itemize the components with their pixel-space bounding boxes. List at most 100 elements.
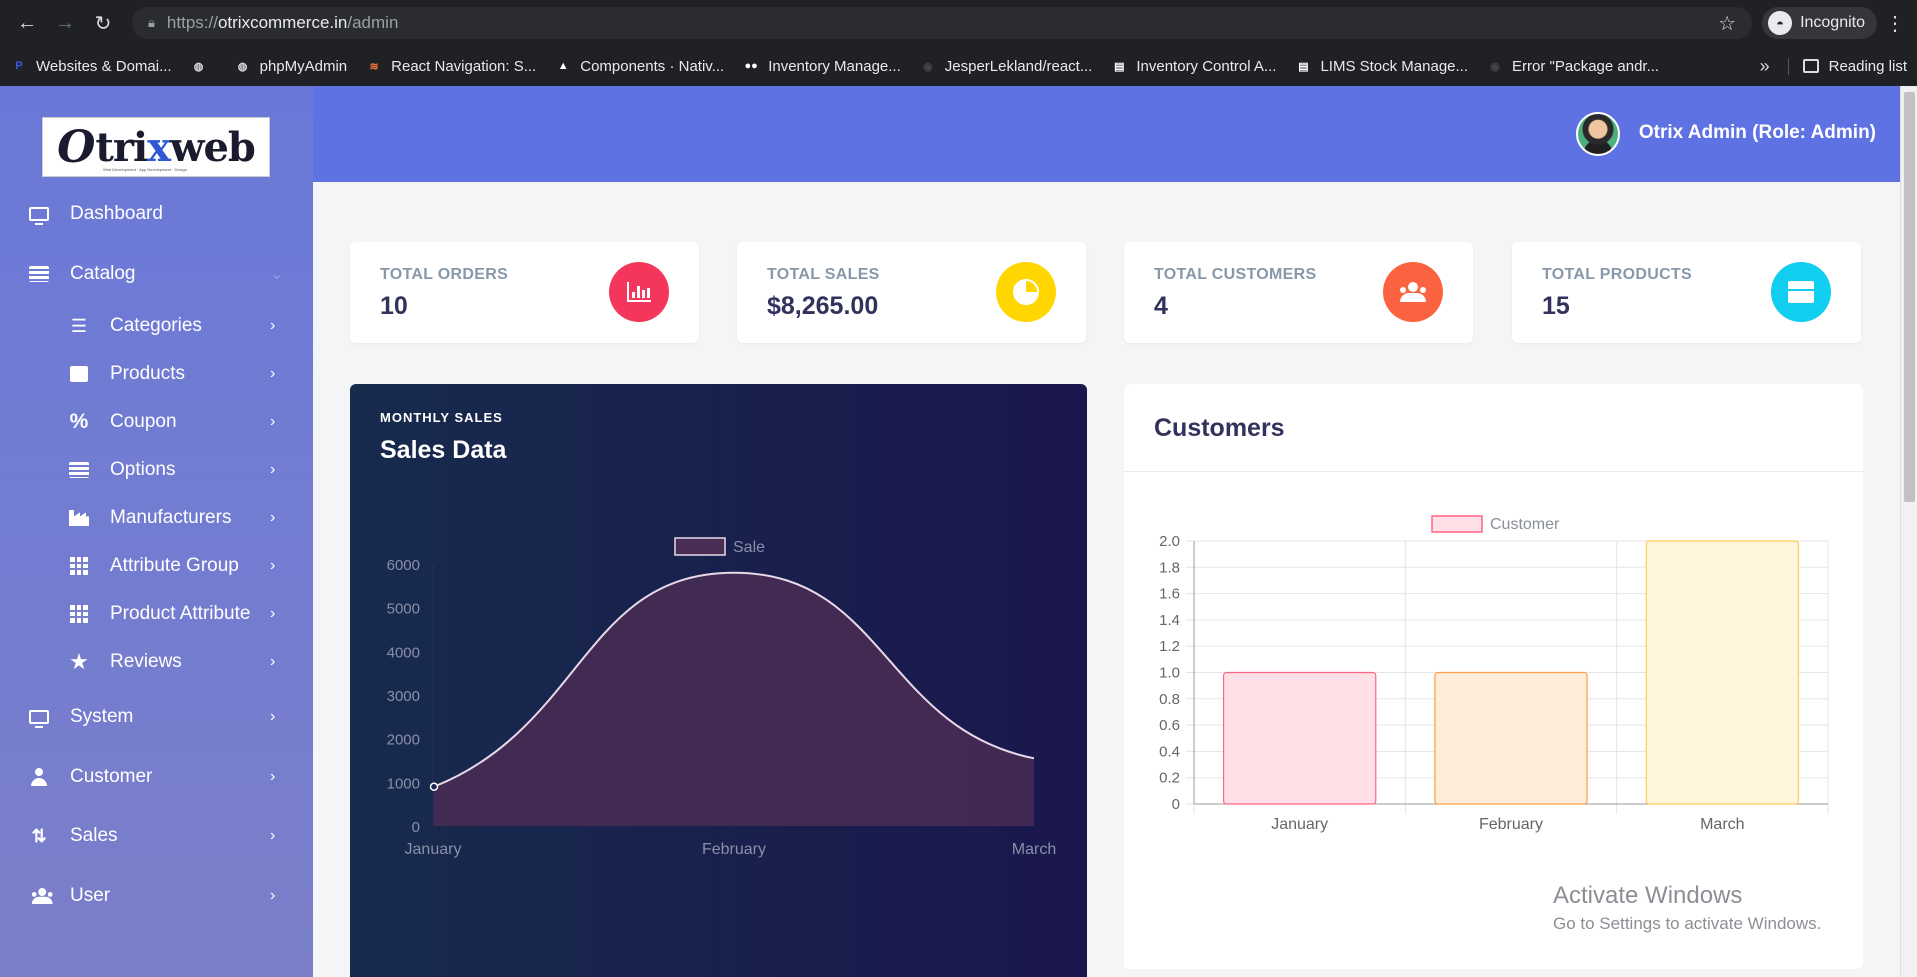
sidebar-item-sales[interactable]: ⇅ Sales › [0,814,313,858]
sidebar-item-attribute-group[interactable]: Attribute Group › [0,544,313,588]
incognito-profile-button[interactable]: ◓ Incognito [1762,7,1877,39]
sidebar-item-system[interactable]: System › [0,695,313,739]
legend-label: Sale [733,539,765,556]
chevron-down-icon: ⌄ [270,266,284,283]
back-arrow-icon[interactable]: ← [10,6,44,40]
sidebar: Otrixweb Web Development · App Developme… [0,86,313,977]
stat-card-total-products: TOTAL PRODUCTS 15 [1512,242,1861,343]
medium-icon: ●● [744,60,758,72]
sidebar-item-dashboard[interactable]: Dashboard [0,192,313,236]
sidebar-item-label: Products [110,363,185,384]
bookmark-label: Components · Nativ... [580,57,725,75]
reading-list-button[interactable]: Reading list [1787,57,1907,75]
top-navbar: Otrix Admin (Role: Admin) [313,86,1900,182]
triangle-icon: ▲ [557,60,569,72]
stack-icon: ≋ [369,60,379,73]
sidebar-item-label: Customer [70,766,153,787]
y-tick-label: 0.2 [1159,770,1180,787]
bookmark-item[interactable]: ◉ JesperLekland/react... [919,57,1092,75]
bookmark-item[interactable]: ◉ Error "Package andr... [1486,57,1659,75]
chevron-right-icon: › [270,557,276,574]
y-tick-label: 3000 [387,688,420,705]
chevron-right-icon: › [270,827,276,844]
url-path: /admin [347,13,399,32]
sidebar-item-catalog[interactable]: Catalog ⌄ [0,252,313,296]
chevron-right-icon: › [270,768,276,785]
chevron-right-icon: › [270,365,276,382]
url-scheme: https:// [166,13,218,32]
sidebar-item-manufacturers[interactable]: Manufacturers › [0,496,313,540]
y-tick-label: 1.2 [1159,638,1180,655]
sort-icon: ⇅ [31,825,47,846]
sidebar-item-reviews[interactable]: ★ Reviews › [0,640,313,684]
chevron-right-icon: › [270,509,276,526]
percent-icon: % [69,410,89,433]
bookmark-item[interactable]: ●● Inventory Manage... [742,57,901,75]
sidebar-item-product-attribute[interactable]: Product Attribute › [0,592,313,636]
bookmark-label: Inventory Manage... [768,57,901,75]
x-tick-label: January [405,841,462,858]
doc-icon: ▤ [1298,60,1309,73]
page-scrollbar[interactable] [1900,86,1917,977]
y-tick-label: 1000 [387,775,420,792]
grid-icon [68,603,90,625]
sidebar-item-user[interactable]: User › [0,874,313,918]
bookmarks-overflow-icon[interactable]: » [1760,56,1770,77]
sidebar-item-categories[interactable]: ☰ Categories › [0,304,313,348]
sidebar-item-label: Categories [110,315,202,336]
avatar[interactable] [1576,112,1620,156]
bookmark-item[interactable]: ▤ Inventory Control A... [1110,57,1276,75]
watermark-subtitle: Go to Settings to activate Windows. [1553,914,1822,933]
scrollbar-thumb[interactable] [1904,92,1915,502]
grid-icon [68,555,90,577]
browser-menu-icon[interactable]: ⋮ [1883,11,1907,36]
bookmark-item[interactable]: ≋ React Navigation: S... [365,57,537,75]
reload-icon[interactable]: ↻ [86,6,120,40]
laptop-icon [28,706,50,728]
chevron-right-icon: › [270,605,276,622]
box-icon [1771,262,1831,322]
bookmark-item[interactable]: ▤ LIMS Stock Manage... [1294,57,1468,75]
user-icon [28,766,50,788]
sidebar-item-label: System [70,706,134,727]
box-icon [68,363,90,385]
y-tick-label: 1.0 [1159,665,1180,682]
bookmarks-bar: P Websites & Domai... ◍ ◍ phpMyAdmin ≋ React N… [0,46,1917,86]
doc-icon: ▤ [1114,60,1125,73]
sidebar-item-products[interactable]: Products › [0,352,313,396]
sidebar-item-label: Product Attribute [110,603,251,624]
admin-name[interactable]: Otrix Admin (Role: Admin) [1639,122,1876,144]
y-tick-label: 0 [1172,796,1180,813]
y-tick-label: 2000 [387,732,420,749]
address-bar[interactable]: 🔒︎ https:// otrixcommerce.in /admin ☆ [132,7,1753,39]
legend-swatch [674,537,726,556]
bookmark-item[interactable]: ◍ phpMyAdmin [234,57,347,75]
stat-value: $8,265.00 [767,292,879,320]
brand-logo[interactable]: Otrixweb Web Development · App Developme… [42,117,270,177]
sidebar-item-coupon[interactable]: % Coupon › [0,400,313,444]
chart-legend: Customer [1431,515,1560,533]
bookmark-item[interactable]: ◍ [190,57,216,75]
sidebar-item-label: User [70,885,111,906]
bookmark-item[interactable]: P Websites & Domai... [10,57,172,75]
sidebar-item-options[interactable]: Options › [0,448,313,492]
chevron-right-icon: › [270,413,276,430]
stat-card-total-customers: TOTAL CUSTOMERS 4 [1124,242,1473,343]
bar-february [1434,671,1588,805]
github-icon: ◉ [1490,60,1500,73]
sales-chart: Sale 0 1000 2000 3000 4000 5000 6000 January Febr… [387,537,1056,858]
chevron-right-icon: › [270,461,276,478]
bookmark-star-icon[interactable]: ☆ [1718,11,1736,36]
users-icon [28,885,53,907]
bookmark-label: LIMS Stock Manage... [1320,57,1469,75]
watermark-title: Activate Windows [1553,882,1743,909]
list-check-icon: ☰ [70,315,88,336]
forward-arrow-icon[interactable]: → [48,6,82,40]
bookmark-label: React Navigation: S... [391,57,537,75]
y-tick-label: 2.0 [1159,533,1180,550]
lock-icon: 🔒︎ [148,15,155,30]
sidebar-item-customer[interactable]: Customer › [0,755,313,799]
bookmark-label: Websites & Domai... [36,57,172,75]
bookmark-item[interactable]: ▲ Components · Nativ... [554,57,724,75]
stat-card-total-sales: TOTAL SALES $8,265.00 [737,242,1086,343]
